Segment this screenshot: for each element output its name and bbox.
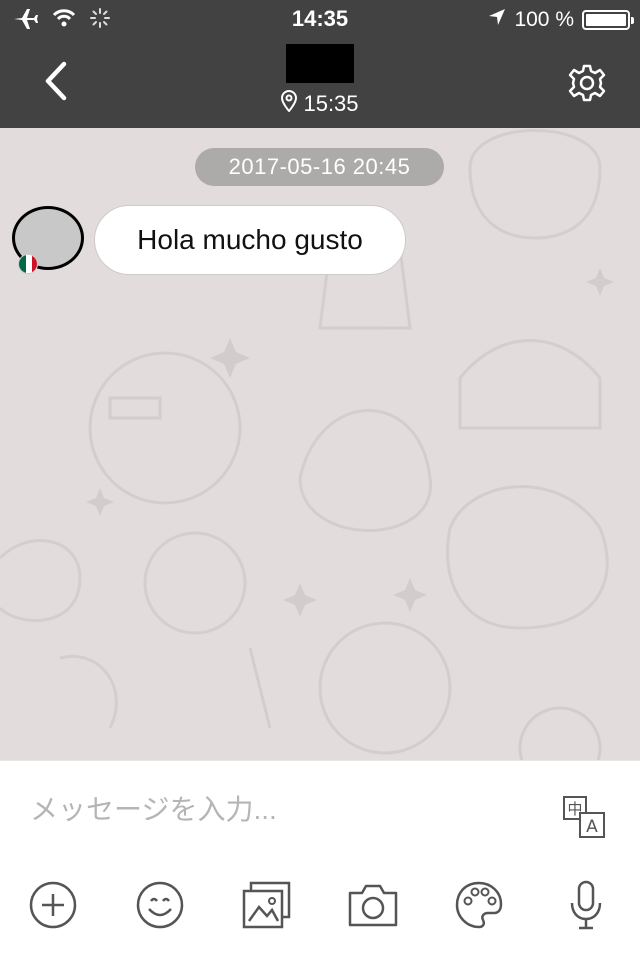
plus-icon [27, 879, 79, 936]
composer: 中 A [0, 760, 640, 960]
voice-button[interactable] [558, 879, 614, 935]
status-bar: 14:35 100 % [0, 0, 640, 40]
avatar[interactable] [12, 206, 84, 274]
svg-text:A: A [586, 817, 598, 837]
gear-icon [567, 63, 607, 108]
microphone-icon [566, 879, 606, 936]
gallery-icon [241, 879, 293, 936]
date-separator: 2017-05-16 20:45 [195, 148, 444, 186]
message-bubble[interactable]: Hola mucho gusto [94, 205, 406, 275]
translate-button[interactable]: 中 A [562, 795, 606, 839]
message-text: Hola mucho gusto [137, 224, 363, 255]
translate-icon: 中 A [562, 796, 606, 843]
emoji-icon [134, 879, 186, 936]
chat-subtitle: 15:35 [0, 89, 640, 118]
battery-icon [582, 10, 634, 30]
chat-title-redacted [286, 44, 354, 83]
composer-toolbar [0, 879, 640, 943]
location-pin-icon [281, 89, 298, 118]
camera-button[interactable] [345, 879, 401, 935]
subtitle-time: 15:35 [303, 91, 359, 116]
flag-badge-icon [18, 254, 38, 274]
message-input[interactable] [30, 789, 530, 831]
gallery-button[interactable] [239, 879, 295, 935]
location-arrow-icon [488, 8, 506, 32]
add-button[interactable] [25, 879, 81, 935]
status-right: 100 % [488, 6, 634, 34]
settings-button[interactable] [564, 62, 610, 108]
battery-percent: 100 % [514, 8, 574, 31]
palette-icon [453, 879, 505, 936]
chat-area[interactable]: 2017-05-16 20:45 Hola mucho gusto [0, 128, 640, 760]
camera-icon [346, 879, 400, 936]
chat-header: 15:35 [0, 40, 640, 128]
emoji-button[interactable] [132, 879, 188, 935]
palette-button[interactable] [451, 879, 507, 935]
